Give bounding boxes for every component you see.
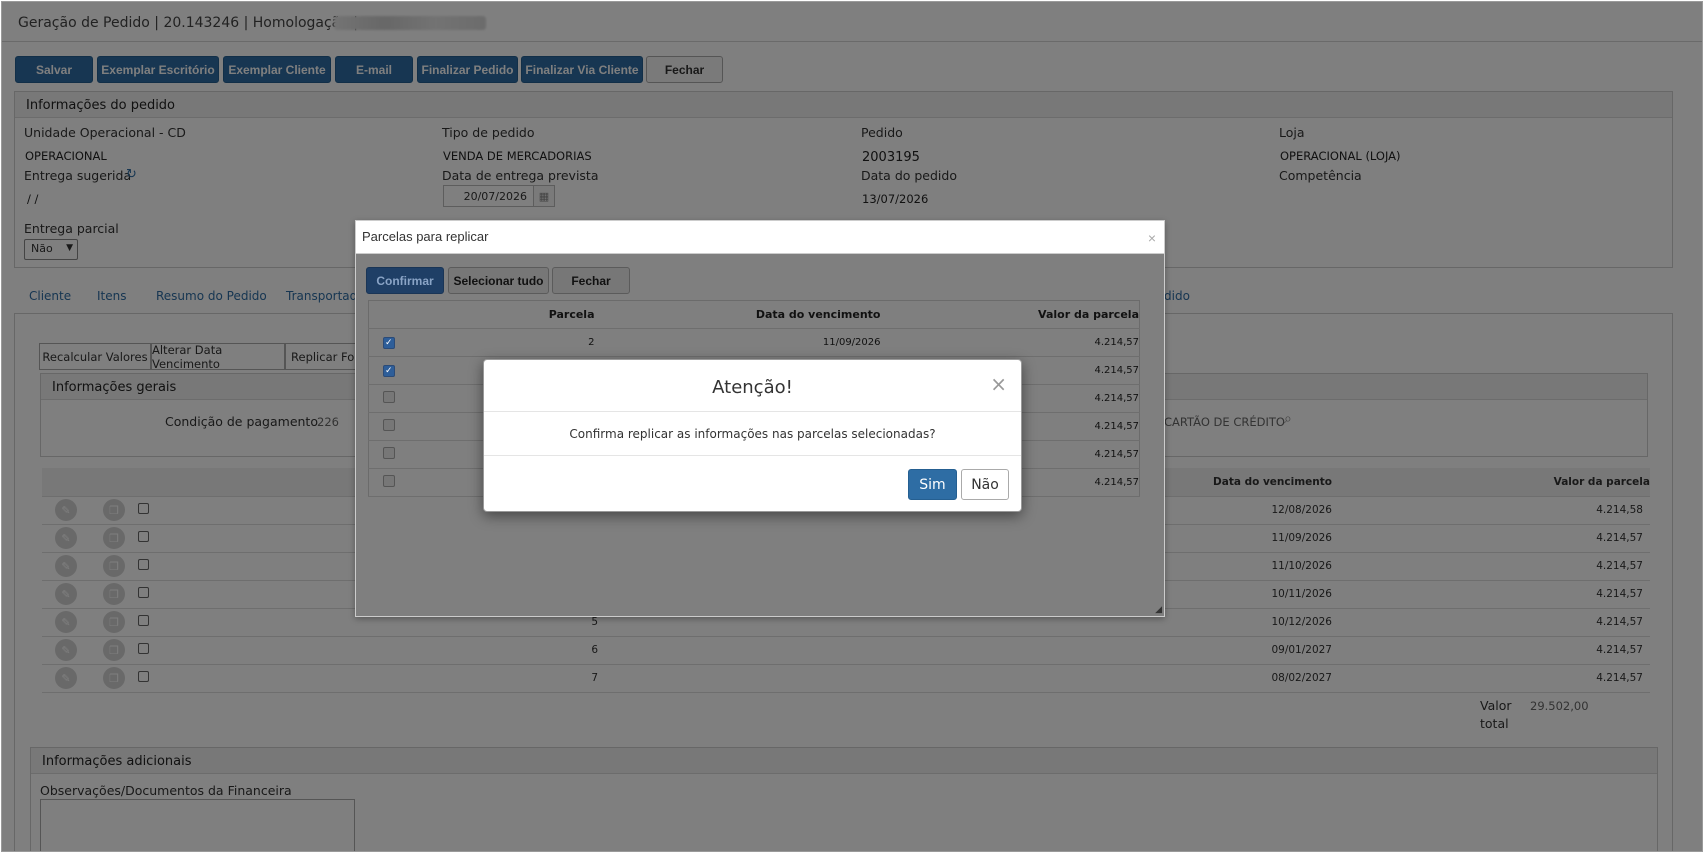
- table-row: ✓ 2 11/09/2026 4.214,57: [368, 328, 1140, 357]
- dialog-fechar-button[interactable]: Fechar: [552, 267, 630, 294]
- row-valor: 4.214,57: [880, 328, 1140, 357]
- nao-button[interactable]: Não: [961, 469, 1009, 500]
- col-valor-parcela: Valor da parcela: [880, 300, 1140, 329]
- checkbox-checked[interactable]: ✓: [382, 364, 395, 377]
- resize-handle-icon[interactable]: ◢: [1155, 605, 1162, 615]
- sim-button[interactable]: Sim: [908, 469, 957, 500]
- close-icon[interactable]: ×: [1148, 230, 1156, 246]
- close-icon[interactable]: ×: [990, 372, 1007, 396]
- app-window: Geração de Pedido | 20.143246 | Homologa…: [1, 1, 1703, 852]
- confirmar-button[interactable]: Confirmar: [366, 267, 444, 294]
- checkbox[interactable]: [382, 475, 395, 487]
- col-parcela: Parcela: [408, 300, 595, 329]
- checkbox[interactable]: [382, 391, 395, 403]
- table-header: Parcela Data do vencimento Valor da parc…: [368, 300, 1140, 329]
- selecionar-tudo-button[interactable]: Selecionar tudo: [448, 267, 549, 294]
- checkbox-checked[interactable]: ✓: [382, 336, 395, 349]
- confirm-dialog-message: Confirma replicar as informações nas par…: [484, 412, 1021, 456]
- row-data: 11/09/2026: [594, 328, 881, 357]
- parcelas-dialog-header: Parcelas para replicar ×: [356, 221, 1164, 254]
- confirm-dialog-title: Atenção!: [484, 360, 1021, 412]
- row-parcela: 2: [408, 328, 595, 357]
- checkbox[interactable]: [382, 447, 395, 459]
- parcelas-dialog-title: Parcelas para replicar: [362, 229, 489, 244]
- checkbox[interactable]: [382, 419, 395, 431]
- confirm-dialog: Atenção! × Confirma replicar as informaç…: [483, 359, 1022, 512]
- col-data-vencimento: Data do vencimento: [594, 300, 881, 329]
